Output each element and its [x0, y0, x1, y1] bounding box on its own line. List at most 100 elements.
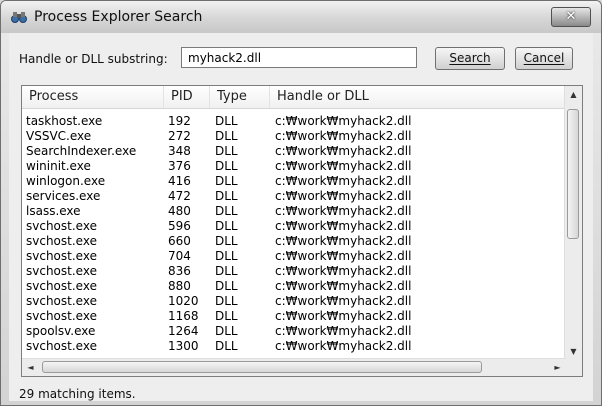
cell-handle: c:₩work₩myhack2.dll [275, 219, 412, 233]
window-title: Process Explorer Search [34, 9, 203, 25]
arrow-down-icon[interactable]: ▼ [565, 343, 582, 360]
column-header-handle[interactable]: Handle or DLL [270, 86, 566, 108]
cell-process: lsass.exe [26, 204, 81, 218]
table-row[interactable]: svchost.exe 1300 DLL c:₩work₩myhack2.dll [22, 339, 566, 354]
horizontal-scrollbar[interactable]: ◄ ► [22, 358, 566, 376]
cell-type: DLL [215, 249, 238, 263]
cell-process: svchost.exe [26, 249, 97, 263]
cell-pid: 192 [168, 114, 191, 128]
table-row[interactable]: lsass.exe 480 DLL c:₩work₩myhack2.dll [22, 204, 566, 219]
cell-process: SearchIndexer.exe [26, 144, 137, 158]
cell-handle: c:₩work₩myhack2.dll [275, 189, 412, 203]
table-row[interactable]: svchost.exe 596 DLL c:₩work₩myhack2.dll [22, 219, 566, 234]
cell-process: svchost.exe [26, 309, 97, 323]
cell-pid: 272 [168, 129, 191, 143]
close-icon: ✕ [565, 9, 577, 24]
cell-handle: c:₩work₩myhack2.dll [275, 279, 412, 293]
cell-process: services.exe [26, 189, 101, 203]
scroll-corner [565, 359, 582, 376]
results-list[interactable]: Process PID Type Handle or DLL ^ taskhos… [21, 85, 583, 377]
cell-type: DLL [215, 339, 238, 353]
cell-type: DLL [215, 264, 238, 278]
table-row[interactable]: wininit.exe 376 DLL c:₩work₩myhack2.dll [22, 159, 566, 174]
cell-process: svchost.exe [26, 339, 97, 353]
table-row[interactable]: svchost.exe 660 DLL c:₩work₩myhack2.dll [22, 234, 566, 249]
cell-process: taskhost.exe [26, 114, 103, 128]
cell-handle: c:₩work₩myhack2.dll [275, 234, 412, 248]
cell-pid: 1020 [168, 294, 199, 308]
cell-process: svchost.exe [26, 264, 97, 278]
cell-type: DLL [215, 234, 238, 248]
cell-handle: c:₩work₩myhack2.dll [275, 294, 412, 308]
cell-pid: 416 [168, 174, 191, 188]
cell-type: DLL [215, 159, 238, 173]
arrow-left-icon[interactable]: ◄ [22, 359, 39, 376]
cell-process: svchost.exe [26, 219, 97, 233]
cell-handle: c:₩work₩myhack2.dll [275, 249, 412, 263]
cell-type: DLL [215, 114, 238, 128]
cell-handle: c:₩work₩myhack2.dll [275, 144, 412, 158]
arrow-right-icon[interactable]: ► [549, 359, 566, 376]
table-row[interactable]: VSSVC.exe 272 DLL c:₩work₩myhack2.dll [22, 129, 566, 144]
cell-type: DLL [215, 189, 238, 203]
table-row[interactable]: svchost.exe 880 DLL c:₩work₩myhack2.dll [22, 279, 566, 294]
cell-pid: 596 [168, 219, 191, 233]
cell-handle: c:₩work₩myhack2.dll [275, 324, 412, 338]
cell-type: DLL [215, 309, 238, 323]
column-header-pid[interactable]: PID [164, 86, 210, 108]
table-row[interactable]: svchost.exe 1020 DLL c:₩work₩myhack2.dll [22, 294, 566, 309]
cell-type: DLL [215, 219, 238, 233]
cell-process: wininit.exe [26, 159, 91, 173]
table-body: taskhost.exe 192 DLL c:₩work₩myhack2.dll VSS… [22, 114, 566, 354]
column-headers: Process PID Type Handle or DLL ^ [22, 86, 566, 109]
column-header-process[interactable]: Process [22, 86, 164, 108]
vertical-scroll-thumb[interactable] [567, 109, 579, 239]
cell-handle: c:₩work₩myhack2.dll [275, 129, 412, 143]
status-text: 29 matching items. [19, 387, 136, 401]
cell-type: DLL [215, 279, 238, 293]
table-row[interactable]: services.exe 472 DLL c:₩work₩myhack2.dll [22, 189, 566, 204]
cell-process: svchost.exe [26, 279, 97, 293]
cell-pid: 1300 [168, 339, 199, 353]
cell-pid: 704 [168, 249, 191, 263]
cell-process: VSSVC.exe [26, 129, 92, 143]
cell-pid: 376 [168, 159, 191, 173]
vertical-scrollbar[interactable]: ▲ ▼ [564, 86, 582, 360]
horizontal-scroll-thumb[interactable] [42, 361, 482, 373]
column-header-type[interactable]: Type [210, 86, 270, 108]
cell-handle: c:₩work₩myhack2.dll [275, 264, 412, 278]
cell-type: DLL [215, 174, 238, 188]
table-row[interactable]: svchost.exe 704 DLL c:₩work₩myhack2.dll [22, 249, 566, 264]
cell-type: DLL [215, 129, 238, 143]
cell-process: svchost.exe [26, 294, 97, 308]
cell-type: DLL [215, 324, 238, 338]
table-row[interactable]: SearchIndexer.exe 348 DLL c:₩work₩myhack2.d… [22, 144, 566, 159]
cell-pid: 472 [168, 189, 191, 203]
cell-process: svchost.exe [26, 234, 97, 248]
cell-handle: c:₩work₩myhack2.dll [275, 174, 412, 188]
cell-pid: 836 [168, 264, 191, 278]
search-button[interactable]: Search [435, 47, 505, 70]
table-row[interactable]: spoolsv.exe 1264 DLL c:₩work₩myhack2.dll [22, 324, 566, 339]
cell-handle: c:₩work₩myhack2.dll [275, 114, 412, 128]
cell-pid: 1264 [168, 324, 199, 338]
table-row[interactable]: svchost.exe 836 DLL c:₩work₩myhack2.dll [22, 264, 566, 279]
cell-handle: c:₩work₩myhack2.dll [275, 309, 412, 323]
arrow-up-icon[interactable]: ▲ [565, 86, 582, 103]
table-row[interactable]: svchost.exe 1168 DLL c:₩work₩myhack2.dll [22, 309, 566, 324]
cell-handle: c:₩work₩myhack2.dll [275, 204, 412, 218]
table-row[interactable]: winlogon.exe 416 DLL c:₩work₩myhack2.dll [22, 174, 566, 189]
cell-type: DLL [215, 294, 238, 308]
cell-pid: 660 [168, 234, 191, 248]
search-input[interactable] [181, 47, 417, 68]
title-bar[interactable]: Process Explorer Search ✕ [1, 1, 601, 33]
cancel-button[interactable]: Cancel [515, 47, 573, 70]
cell-pid: 1168 [168, 309, 199, 323]
cell-handle: c:₩work₩myhack2.dll [275, 339, 412, 353]
cell-handle: c:₩work₩myhack2.dll [275, 159, 412, 173]
close-button[interactable]: ✕ [551, 7, 591, 27]
table-row[interactable]: taskhost.exe 192 DLL c:₩work₩myhack2.dll [22, 114, 566, 129]
sort-indicator-icon: ^ [188, 85, 196, 93]
cell-pid: 480 [168, 204, 191, 218]
cell-type: DLL [215, 204, 238, 218]
